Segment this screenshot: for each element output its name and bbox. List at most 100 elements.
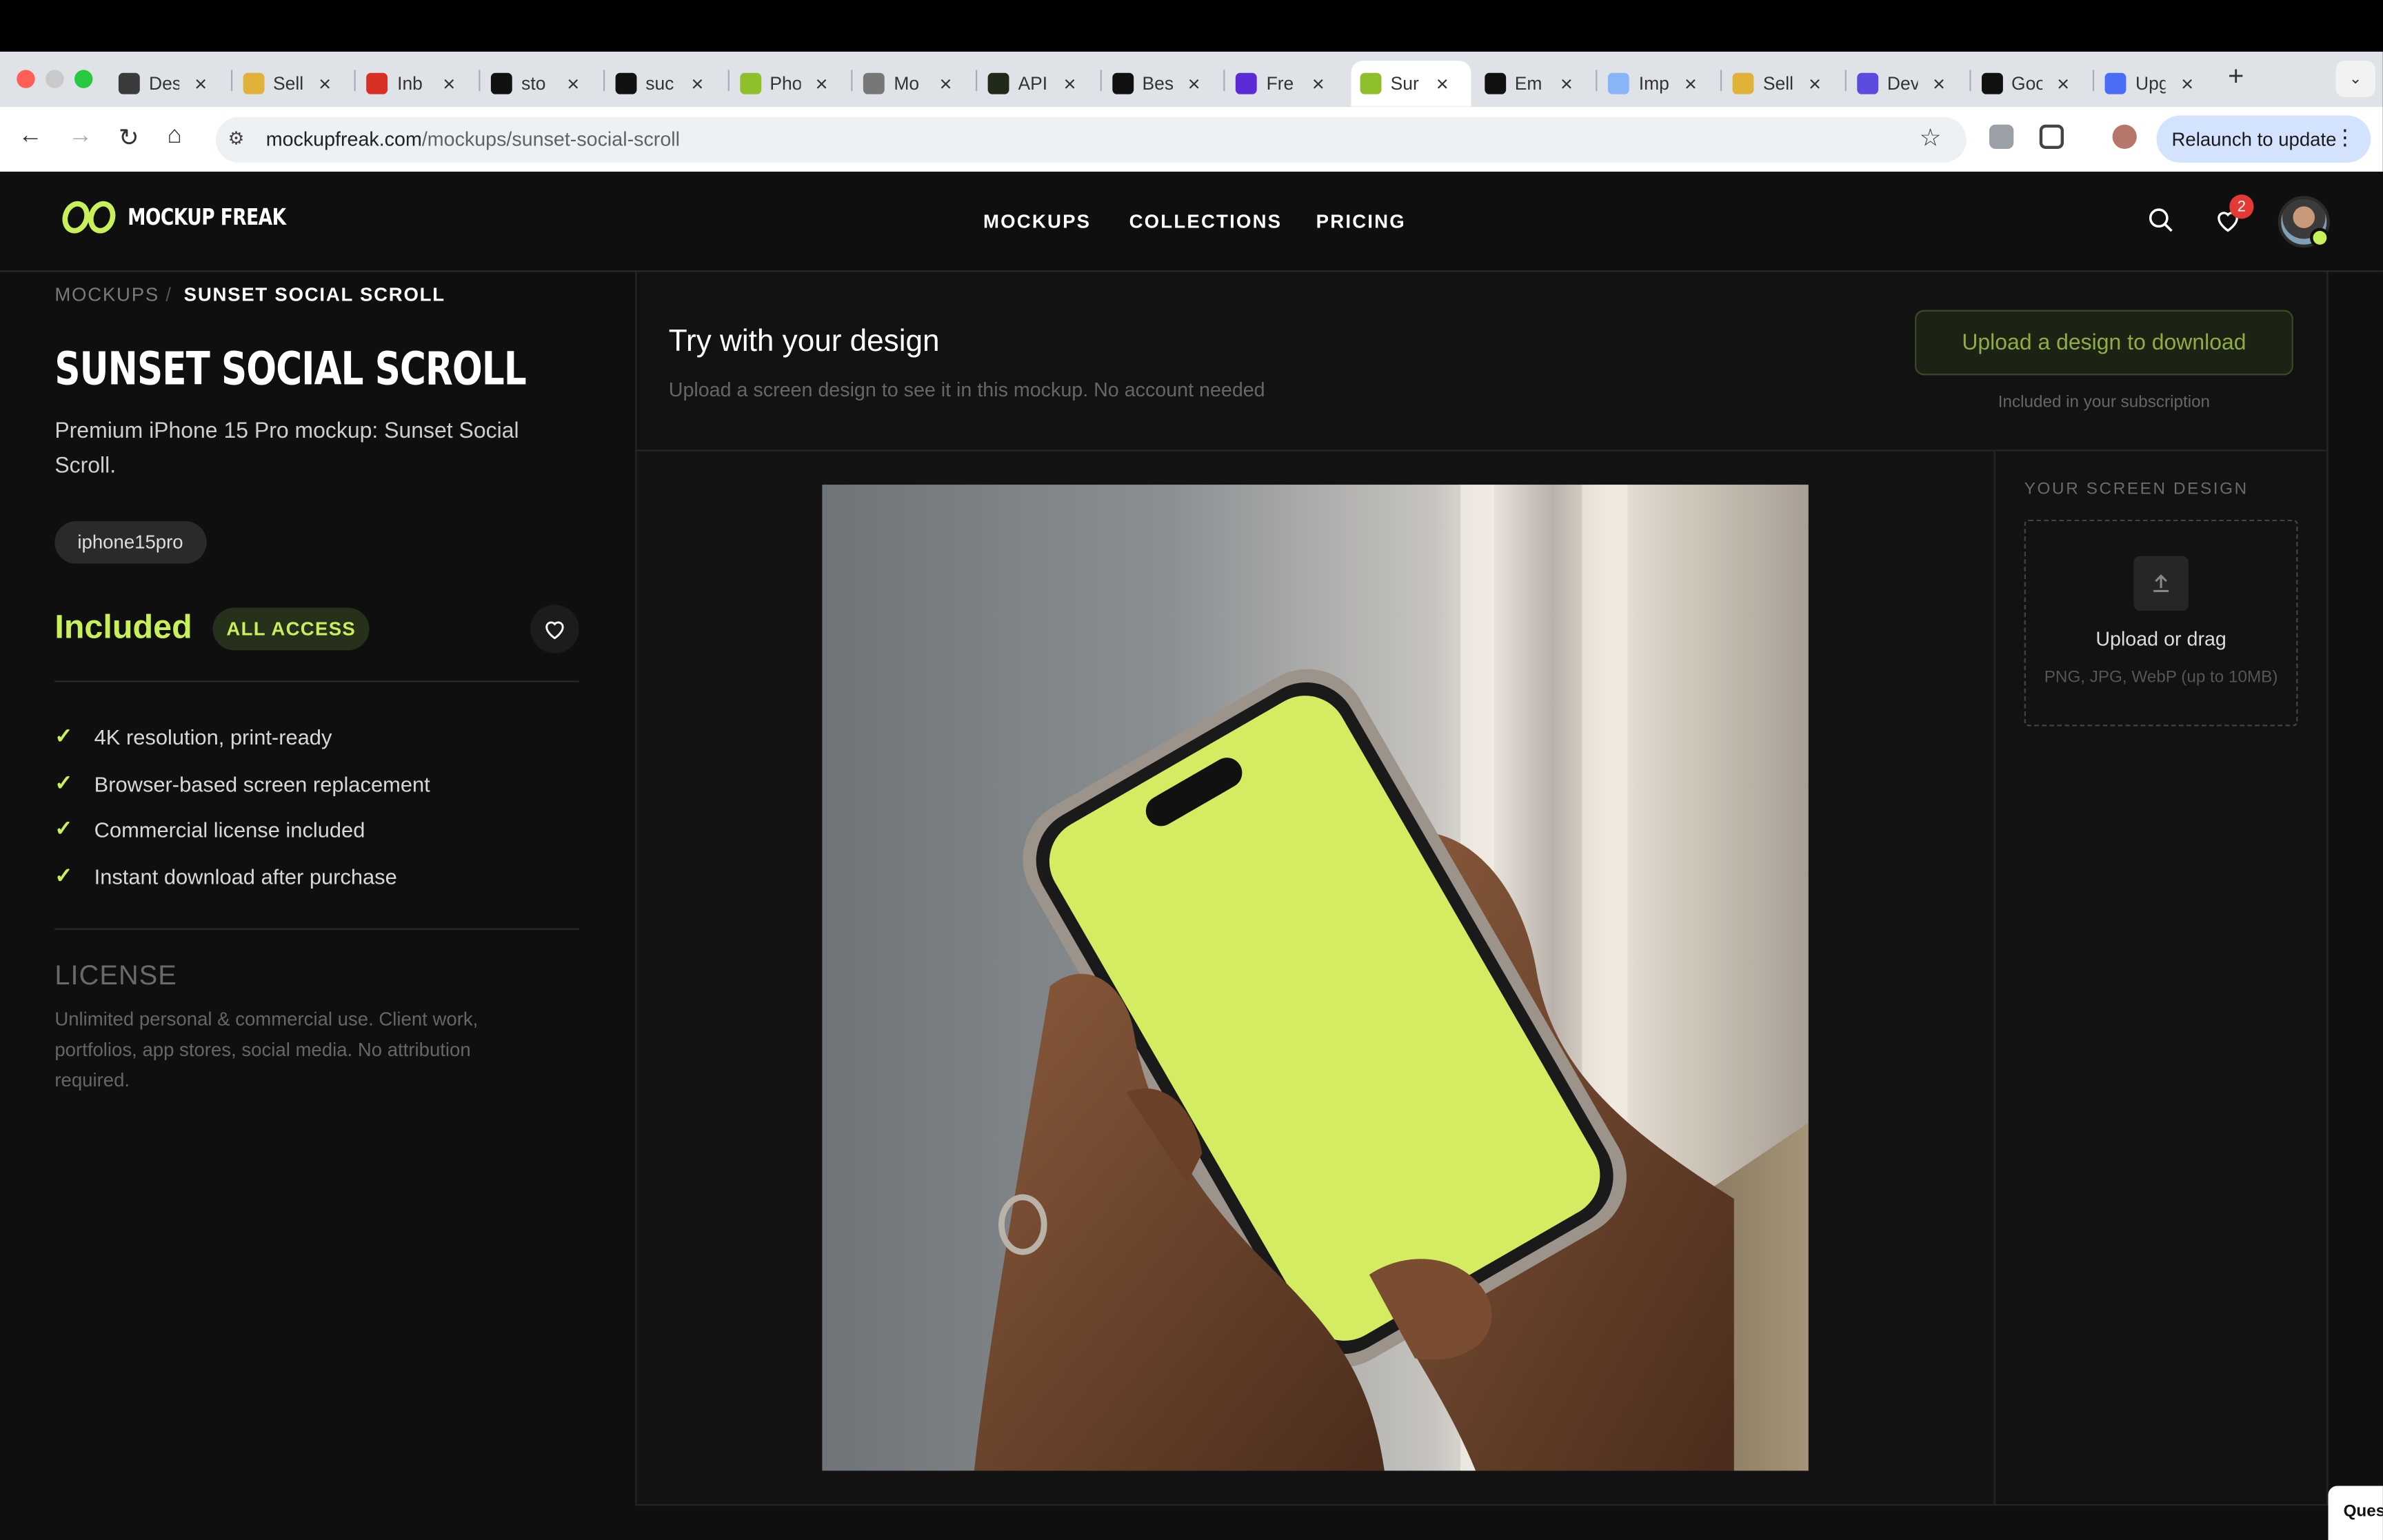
check-icon: ✓ — [54, 862, 73, 888]
close-tab-icon[interactable]: × — [1312, 72, 1325, 96]
tab-title: Pho — [770, 72, 801, 94]
feature-item: ✓ Commercial license included — [54, 815, 365, 841]
tab-separator — [603, 70, 605, 92]
dropzone-title: Upload or drag — [2095, 627, 2226, 651]
mockup-description: Premium iPhone 15 Pro mockup: Sunset Soc… — [54, 419, 519, 479]
help-widget[interactable]: Ques — [2328, 1486, 2383, 1540]
window-close-button[interactable] — [17, 70, 35, 88]
close-tab-icon[interactable]: × — [691, 72, 703, 96]
tab-search-chevron-icon[interactable]: ⌄ — [2335, 61, 2375, 98]
tab-separator — [1099, 70, 1102, 92]
bookmark-star-icon[interactable]: ☆ — [1920, 123, 1942, 154]
breadcrumb-separator: / — [165, 284, 172, 306]
nav-collections[interactable]: COLLECTIONS — [1129, 211, 1283, 232]
browser-tab[interactable]: Goo × — [1972, 61, 2091, 106]
tab-title: Upg — [2135, 72, 2166, 94]
screen-design-label: YOUR SCREEN DESIGN — [2024, 480, 2249, 498]
tab-title: Inb — [397, 72, 423, 94]
triangle-icon — [491, 72, 512, 94]
browser-tab[interactable]: Fre × — [1227, 61, 1346, 106]
window-minimize-button[interactable] — [46, 70, 64, 88]
browser-tab[interactable]: sto × — [482, 61, 601, 106]
browser-tab[interactable]: Pho × — [730, 61, 849, 106]
window-zoom-button[interactable] — [74, 70, 93, 88]
close-tab-icon[interactable]: × — [194, 72, 207, 96]
close-tab-icon[interactable]: × — [939, 72, 952, 96]
browser-tab[interactable]: Upg × — [2096, 61, 2215, 106]
close-tab-icon[interactable]: × — [1188, 72, 1200, 96]
nav-pricing[interactable]: PRICING — [1316, 211, 1406, 232]
breadcrumb-mockups[interactable]: MOCKUPS — [54, 284, 159, 305]
mm-icon — [1112, 72, 1134, 94]
wishlist-count-badge: 2 — [2229, 194, 2254, 219]
divider — [54, 928, 579, 930]
extensions-puzzle-icon[interactable] — [2039, 124, 2064, 149]
tab-title: Fre — [1266, 72, 1294, 94]
device-tag[interactable]: iphone15pro — [54, 520, 206, 564]
try-heading: Try with your design — [668, 325, 940, 359]
browser-tab[interactable]: suc × — [606, 61, 725, 106]
browser-tab[interactable]: Mo × — [854, 61, 974, 106]
favorite-button[interactable] — [530, 605, 579, 654]
browser-tab[interactable]: Bes × — [1103, 61, 1222, 106]
square-icon — [1856, 72, 1878, 94]
close-tab-icon[interactable]: × — [815, 72, 827, 96]
browser-tab[interactable]: Des × — [110, 61, 229, 106]
close-tab-icon[interactable]: × — [1933, 72, 1945, 96]
bolt-icon — [987, 72, 1009, 94]
browser-tab[interactable]: Sur × — [1351, 61, 1471, 107]
new-tab-button[interactable]: + — [2228, 61, 2244, 92]
browser-tab[interactable]: Imp × — [1599, 61, 1718, 106]
more-menu-icon[interactable]: ⋮ — [2334, 125, 2355, 150]
browser-tab[interactable]: API × — [978, 61, 1098, 106]
forward-arrow-icon[interactable]: → — [68, 123, 92, 151]
pen-icon — [1732, 72, 1754, 94]
gmail-icon — [367, 72, 388, 94]
tab-title: Goo — [2011, 72, 2042, 94]
upload-to-download-button[interactable]: Upload a design to download — [1915, 310, 2293, 376]
close-tab-icon[interactable]: × — [443, 72, 455, 96]
phone-in-hands-illustration — [974, 485, 1809, 1471]
close-tab-icon[interactable]: × — [567, 72, 579, 96]
home-icon[interactable]: ⌂ — [167, 123, 181, 151]
globe-icon — [1608, 72, 1630, 94]
close-tab-icon[interactable]: × — [1809, 72, 1821, 96]
os-top-bar — [0, 0, 2383, 52]
reload-icon[interactable]: ↻ — [119, 123, 139, 154]
license-text: Unlimited personal & commercial use. Cli… — [54, 1009, 479, 1091]
dropzone-formats: PNG, JPG, WebP (up to 10MB) — [2044, 668, 2278, 687]
url-text[interactable]: mockupfreak.com/mockups/sunset-social-sc… — [266, 128, 680, 150]
close-tab-icon[interactable]: × — [1560, 72, 1573, 96]
tab-separator — [851, 70, 853, 92]
browser-tab[interactable]: Em × — [1475, 61, 1594, 106]
close-tab-icon[interactable]: × — [2181, 72, 2193, 96]
site-settings-icon[interactable]: ⚙ — [228, 128, 245, 149]
nav-mockups[interactable]: MOCKUPS — [983, 211, 1091, 232]
upload-dropzone[interactable] — [2024, 519, 2298, 727]
close-tab-icon[interactable]: × — [1064, 72, 1076, 96]
profile-avatar-small[interactable] — [2112, 124, 2137, 149]
tab-separator — [354, 70, 356, 92]
tab-separator — [727, 70, 729, 92]
browser-tab[interactable]: Sell × — [1724, 61, 1843, 106]
close-tab-icon[interactable]: × — [1685, 72, 1697, 96]
doc-icon — [2104, 72, 2126, 94]
heart-icon — [545, 621, 564, 640]
search-icon[interactable] — [2147, 207, 2175, 234]
logo-eyes-icon[interactable] — [62, 201, 117, 234]
relaunch-to-update-button[interactable]: Relaunch to update ⋮ — [2156, 115, 2371, 163]
tab-title: Dev — [1887, 72, 1918, 94]
browser-tab[interactable]: Dev × — [1848, 61, 1967, 106]
close-tab-icon[interactable]: × — [319, 72, 331, 96]
back-arrow-icon[interactable]: ← — [18, 123, 42, 151]
openai-icon — [118, 72, 140, 94]
extension-icon[interactable] — [1989, 124, 2014, 149]
tab-separator — [230, 70, 232, 92]
page-title: SUNSET SOCIAL SCROLL — [54, 343, 526, 397]
browser-tab[interactable]: Inb × — [358, 61, 477, 106]
browser-tab[interactable]: Sell × — [234, 61, 353, 106]
divider — [54, 680, 579, 682]
close-tab-icon[interactable]: × — [2057, 72, 2069, 96]
close-tab-icon[interactable]: × — [1436, 72, 1449, 96]
logo-wordmark[interactable]: MOCKUP FREAK — [128, 203, 286, 231]
